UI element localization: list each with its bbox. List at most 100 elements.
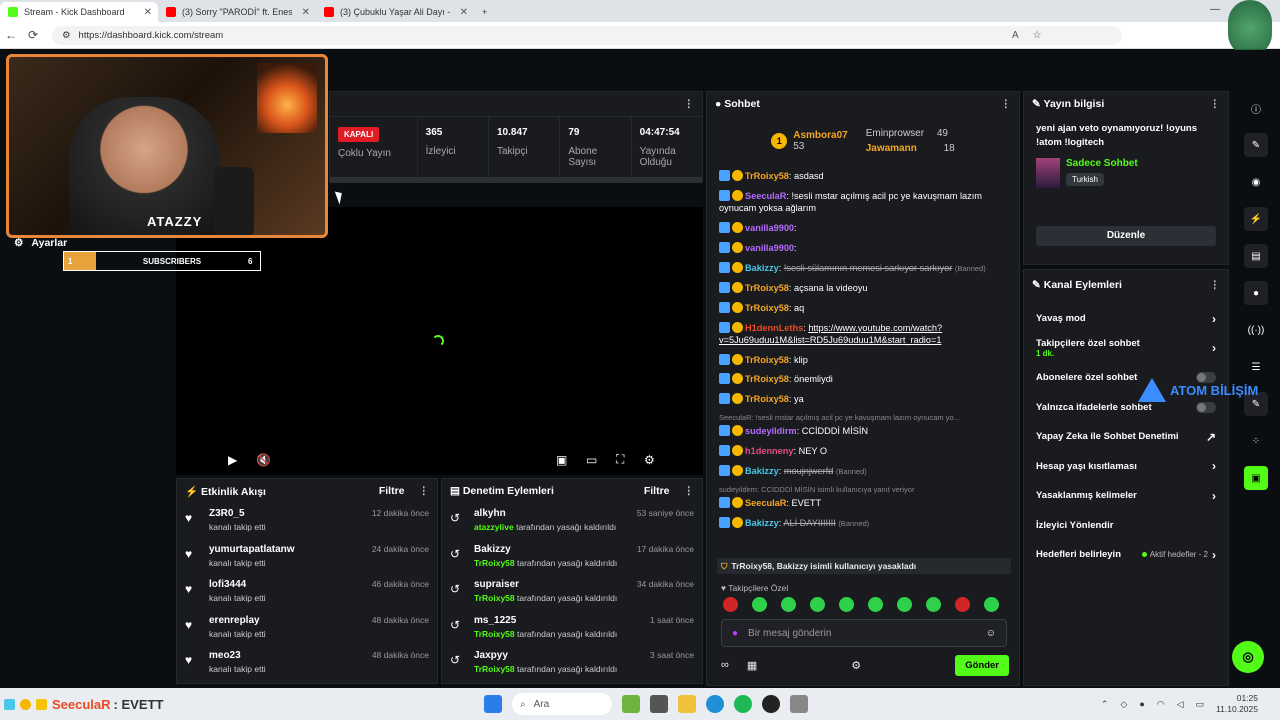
leader-name[interactable]: Jawamann (866, 143, 917, 154)
lightning-icon[interactable]: ⚡ (1244, 207, 1268, 231)
points-icon[interactable]: ∞ (721, 659, 729, 671)
chevron-right-icon[interactable]: › (1212, 548, 1216, 562)
moderator-name[interactable]: TrRoixy58 (474, 593, 515, 603)
list-item[interactable]: ↺ alkyhn atazzylive tarafından yasağı kald… (442, 503, 702, 539)
chat-username[interactable]: Bakizzy (745, 263, 779, 273)
moderator-name[interactable]: atazzylive (474, 522, 514, 532)
list-item[interactable]: ↺ supraiser TrRoixy58 tarafından yasağı ka… (442, 574, 702, 610)
chat-username[interactable]: TrRoixy58 (745, 374, 789, 384)
document-icon[interactable]: ▤ (1244, 244, 1268, 268)
edit-button[interactable]: Düzenle (1036, 225, 1216, 246)
edge-icon[interactable] (706, 695, 724, 713)
list-item[interactable]: ↺ Bakizzy TrRoixy58 tarafından yasağı kald… (442, 539, 702, 575)
emoji-icon[interactable]: ☺ (986, 628, 996, 639)
chat-username[interactable]: SeeculaR (745, 191, 786, 201)
external-link-icon[interactable]: ↗ (1206, 430, 1216, 444)
chat-username[interactable]: h1denneny (745, 446, 794, 456)
broadcast-icon[interactable]: ((·)) (1244, 318, 1268, 342)
channel-action[interactable]: İzleyici Yönlendir (1024, 511, 1228, 541)
list-item[interactable]: ↺ ms_1225 TrRoixy58 tarafından yasağı kald… (442, 610, 702, 646)
channel-action[interactable]: Yasaklanmış kelimeler › (1024, 481, 1228, 511)
list-item[interactable]: ♥ meo23 kanalı takip etti 48 dakika önce (177, 645, 437, 681)
chevron-right-icon[interactable]: › (1212, 341, 1216, 355)
site-info-icon[interactable]: ⚙ (62, 30, 71, 41)
chevron-right-icon[interactable]: › (1212, 489, 1216, 503)
multi-stream-label[interactable]: Çoklu Yayın (338, 148, 409, 159)
camera-icon[interactable]: ◉ (1244, 170, 1268, 194)
emote-icon[interactable] (926, 597, 941, 612)
chevron-right-icon[interactable]: › (1212, 459, 1216, 473)
widget-icon[interactable] (622, 695, 640, 713)
emote-icon[interactable] (984, 597, 999, 612)
emote-icon[interactable] (810, 597, 825, 612)
more-icon[interactable]: ⋮ (419, 485, 430, 497)
pip-icon[interactable]: ▣ (556, 453, 567, 467)
category-title[interactable]: Sadece Sohbet (1066, 158, 1138, 169)
leader-name[interactable]: Eminprowser (866, 128, 924, 139)
more-icon[interactable]: ⋮ (1001, 98, 1012, 110)
list-item[interactable]: ♥ erenreplay kanalı takip etti 48 dakika ön… (177, 610, 437, 646)
help-fab-button[interactable]: ◎ (1232, 641, 1264, 673)
chat-username[interactable]: SeeculaR (745, 498, 786, 508)
chat-username[interactable]: TrRoixy58 (745, 303, 789, 313)
minimize-icon[interactable]: — (1210, 4, 1220, 15)
task-view-icon[interactable] (650, 695, 668, 713)
item-name[interactable]: supraiser (474, 579, 627, 590)
toggle-switch[interactable] (1196, 401, 1216, 413)
chevron-right-icon[interactable]: › (1212, 312, 1216, 326)
chat-username[interactable]: Bakizzy (745, 518, 779, 528)
browser-tab-kick[interactable]: Stream - Kick Dashboard ✕ (0, 2, 158, 22)
moderator-name[interactable]: TrRoixy58 (474, 558, 515, 568)
channel-action[interactable]: Takipçilere özel sohbet 1 dk. › (1024, 334, 1228, 364)
apps-icon[interactable]: ⁘ (1244, 429, 1268, 453)
pencil-icon[interactable]: ✎ (1244, 133, 1268, 157)
info-icon[interactable]: ⓘ (1244, 96, 1268, 120)
more-icon[interactable]: ⋮ (1210, 279, 1221, 291)
mic-tray-icon[interactable]: ● (1139, 699, 1144, 709)
mute-icon[interactable]: 🔇 (256, 453, 271, 467)
chat-username[interactable]: vanilla9900 (745, 243, 794, 253)
item-name[interactable]: Z3R0_5 (209, 508, 362, 519)
reload-icon[interactable]: ⟳ (22, 28, 44, 42)
close-icon[interactable]: ✕ (144, 7, 152, 18)
leader-name[interactable]: Asmbora07 (793, 130, 847, 141)
settings-icon[interactable] (790, 695, 808, 713)
mic-icon[interactable]: ● (732, 628, 738, 639)
spotify-icon[interactable] (734, 695, 752, 713)
channel-action[interactable]: Hedefleri belirleyin Aktif hedefler - 2 › (1024, 540, 1228, 570)
more-icon[interactable]: ⋮ (684, 485, 695, 497)
item-name[interactable]: Jaxpyy (474, 650, 640, 661)
play-icon[interactable]: ▶ (228, 453, 237, 467)
item-name[interactable]: ms_1225 (474, 615, 640, 626)
moderator-name[interactable]: TrRoixy58 (474, 629, 515, 639)
theater-icon[interactable]: ▭ (586, 453, 597, 467)
item-name[interactable]: meo23 (209, 650, 362, 661)
item-name[interactable]: lofi3444 (209, 579, 362, 590)
list-item[interactable]: ♥ Z3R0_5 kanalı takip etti 12 dakika önce (177, 503, 437, 539)
gear-icon[interactable]: ⚙ (644, 453, 655, 467)
filter-button[interactable]: Filtre (644, 485, 670, 497)
settings-row[interactable]: ⚙ Ayarlar (14, 237, 67, 249)
chevron-up-icon[interactable]: ⌃ (1101, 699, 1109, 710)
extension-icon[interactable]: ▣ (1244, 466, 1268, 490)
file-explorer-icon[interactable] (678, 695, 696, 713)
favorite-icon[interactable]: ☆ (1033, 30, 1042, 41)
network-icon[interactable]: ◇ (1120, 699, 1127, 710)
taskbar-search[interactable]: ⌕ Ara (512, 693, 612, 715)
emote-icon[interactable] (868, 597, 883, 612)
chat-username[interactable]: TrRoixy58 (745, 283, 789, 293)
fullscreen-icon[interactable]: ⛶ (616, 452, 624, 467)
emote-icon[interactable] (723, 597, 738, 612)
obs-icon[interactable] (762, 695, 780, 713)
list-item[interactable]: ↺ Jaxpyy TrRoixy58 tarafından yasağı kaldı… (442, 645, 702, 681)
chat-username[interactable]: TrRoixy58 (745, 171, 789, 181)
emote-icon[interactable] (752, 597, 767, 612)
item-name[interactable]: Bakizzy (474, 544, 627, 555)
more-icon[interactable]: ⋮ (684, 98, 695, 110)
chat-username[interactable]: sudeyildirm (745, 426, 797, 436)
chat-username[interactable]: Bakizzy (745, 466, 779, 476)
chat-bubble-icon[interactable]: ● (1244, 281, 1268, 305)
item-name[interactable]: yumurtapatlatanw (209, 544, 362, 555)
gear-icon[interactable]: ⚙ (851, 659, 861, 672)
more-icon[interactable]: ⋮ (1210, 98, 1221, 110)
